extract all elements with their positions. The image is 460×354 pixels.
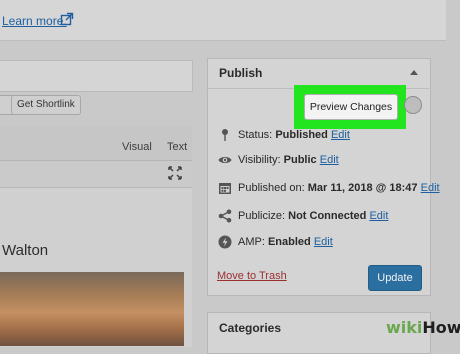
published-on-value: Mar 11, 2018 @ 18:47 (307, 182, 418, 194)
fullscreen-icon[interactable] (168, 166, 182, 180)
published-on-label: Published on: (238, 182, 305, 194)
post-title-input[interactable] (0, 60, 193, 92)
amp-label: AMP: (238, 236, 265, 248)
pin-icon (222, 129, 228, 141)
eye-icon (218, 157, 232, 163)
wikihow-watermark: wikiHow (386, 318, 460, 337)
calendar-icon (219, 183, 231, 194)
learn-more-link[interactable]: Learn more. (2, 14, 67, 28)
editor-tab-bar (0, 126, 192, 161)
publicize-value: Not Connected (288, 210, 367, 222)
update-button[interactable]: Update (368, 265, 422, 291)
editor-toolbar (0, 161, 192, 188)
categories-title: Categories (219, 321, 282, 335)
bolt-icon (218, 235, 232, 249)
published-on-edit-link[interactable]: Edit (421, 182, 440, 194)
external-link-icon (60, 12, 74, 26)
help-icon[interactable] (404, 96, 422, 114)
publicize-label: Publicize: (238, 210, 286, 222)
visibility-label: Visibility: (238, 154, 281, 166)
move-to-trash-link[interactable]: Move to Trash (217, 270, 287, 282)
post-image (0, 272, 184, 346)
visibility-edit-link[interactable]: Edit (320, 154, 339, 166)
get-shortlink-button[interactable]: Get Shortlink (11, 95, 81, 115)
amp-value: Enabled (267, 236, 311, 248)
share-icon (218, 209, 232, 223)
publish-title: Publish (219, 66, 263, 80)
preview-changes-button[interactable]: Preview Changes (304, 94, 398, 120)
editor-content-text: Walton (2, 242, 49, 259)
collapse-caret-icon[interactable] (410, 70, 418, 75)
tab-visual[interactable]: Visual (122, 141, 152, 153)
visibility-value: Public (283, 154, 317, 166)
notice-bar: Learn more. (0, 0, 446, 41)
status-value: Published (275, 129, 328, 141)
amp-edit-link[interactable]: Edit (314, 236, 333, 248)
status-label: Status: (238, 129, 273, 141)
status-edit-link[interactable]: Edit (331, 129, 350, 141)
publicize-edit-link[interactable]: Edit (369, 210, 388, 222)
tab-text[interactable]: Text (167, 141, 187, 153)
